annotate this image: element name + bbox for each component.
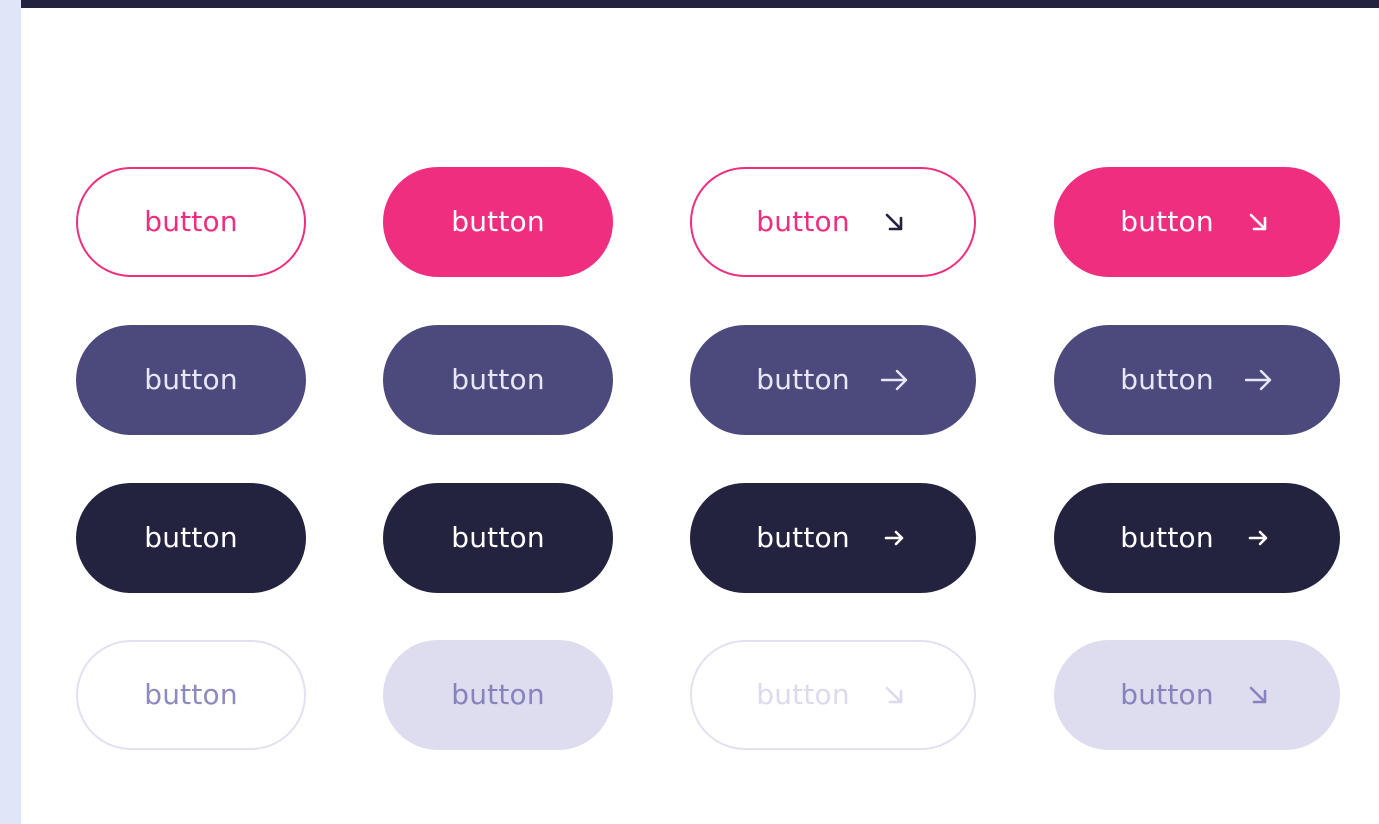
pink-solid-icon-button[interactable]: button xyxy=(1054,167,1340,277)
pink-outline-button[interactable]: button xyxy=(76,167,306,277)
button-label: button xyxy=(1120,363,1214,396)
navy-solid-icon-button[interactable]: button xyxy=(690,483,976,593)
arrow-down-right-icon xyxy=(1242,679,1274,711)
button-label: button xyxy=(451,363,545,396)
button-label: button xyxy=(144,521,238,554)
purple-solid-button[interactable]: button xyxy=(76,325,306,435)
button-label: button xyxy=(144,205,238,238)
disabled-solid-button[interactable]: button xyxy=(383,640,613,750)
button-label: button xyxy=(451,678,545,711)
arrow-right-icon xyxy=(878,364,910,396)
button-label: button xyxy=(451,205,545,238)
arrow-down-right-icon xyxy=(1242,206,1274,238)
button-label: button xyxy=(756,205,850,238)
button-label: button xyxy=(451,521,545,554)
button-label: button xyxy=(1120,678,1214,711)
button-label: button xyxy=(756,363,850,396)
arrow-down-right-icon xyxy=(878,206,910,238)
button-label: button xyxy=(144,363,238,396)
navy-solid-button[interactable]: button xyxy=(383,483,613,593)
arrow-right-icon xyxy=(1242,364,1274,396)
button-label: button xyxy=(1120,205,1214,238)
button-grid: button button button button button butto… xyxy=(0,0,1379,824)
pink-solid-button[interactable]: button xyxy=(383,167,613,277)
disabled-outline-button[interactable]: button xyxy=(76,640,306,750)
purple-solid-icon-button[interactable]: button xyxy=(1054,325,1340,435)
purple-solid-button[interactable]: button xyxy=(383,325,613,435)
disabled-outline-icon-button[interactable]: button xyxy=(690,640,976,750)
navy-solid-icon-button[interactable]: button xyxy=(1054,483,1340,593)
button-label: button xyxy=(144,678,238,711)
arrow-right-small-icon xyxy=(878,522,910,554)
button-label: button xyxy=(756,521,850,554)
pink-outline-icon-button[interactable]: button xyxy=(690,167,976,277)
disabled-solid-icon-button[interactable]: button xyxy=(1054,640,1340,750)
purple-solid-icon-button[interactable]: button xyxy=(690,325,976,435)
arrow-right-small-icon xyxy=(1242,522,1274,554)
button-label: button xyxy=(1120,521,1214,554)
navy-solid-button[interactable]: button xyxy=(76,483,306,593)
arrow-down-right-icon xyxy=(878,679,910,711)
button-label: button xyxy=(756,678,850,711)
